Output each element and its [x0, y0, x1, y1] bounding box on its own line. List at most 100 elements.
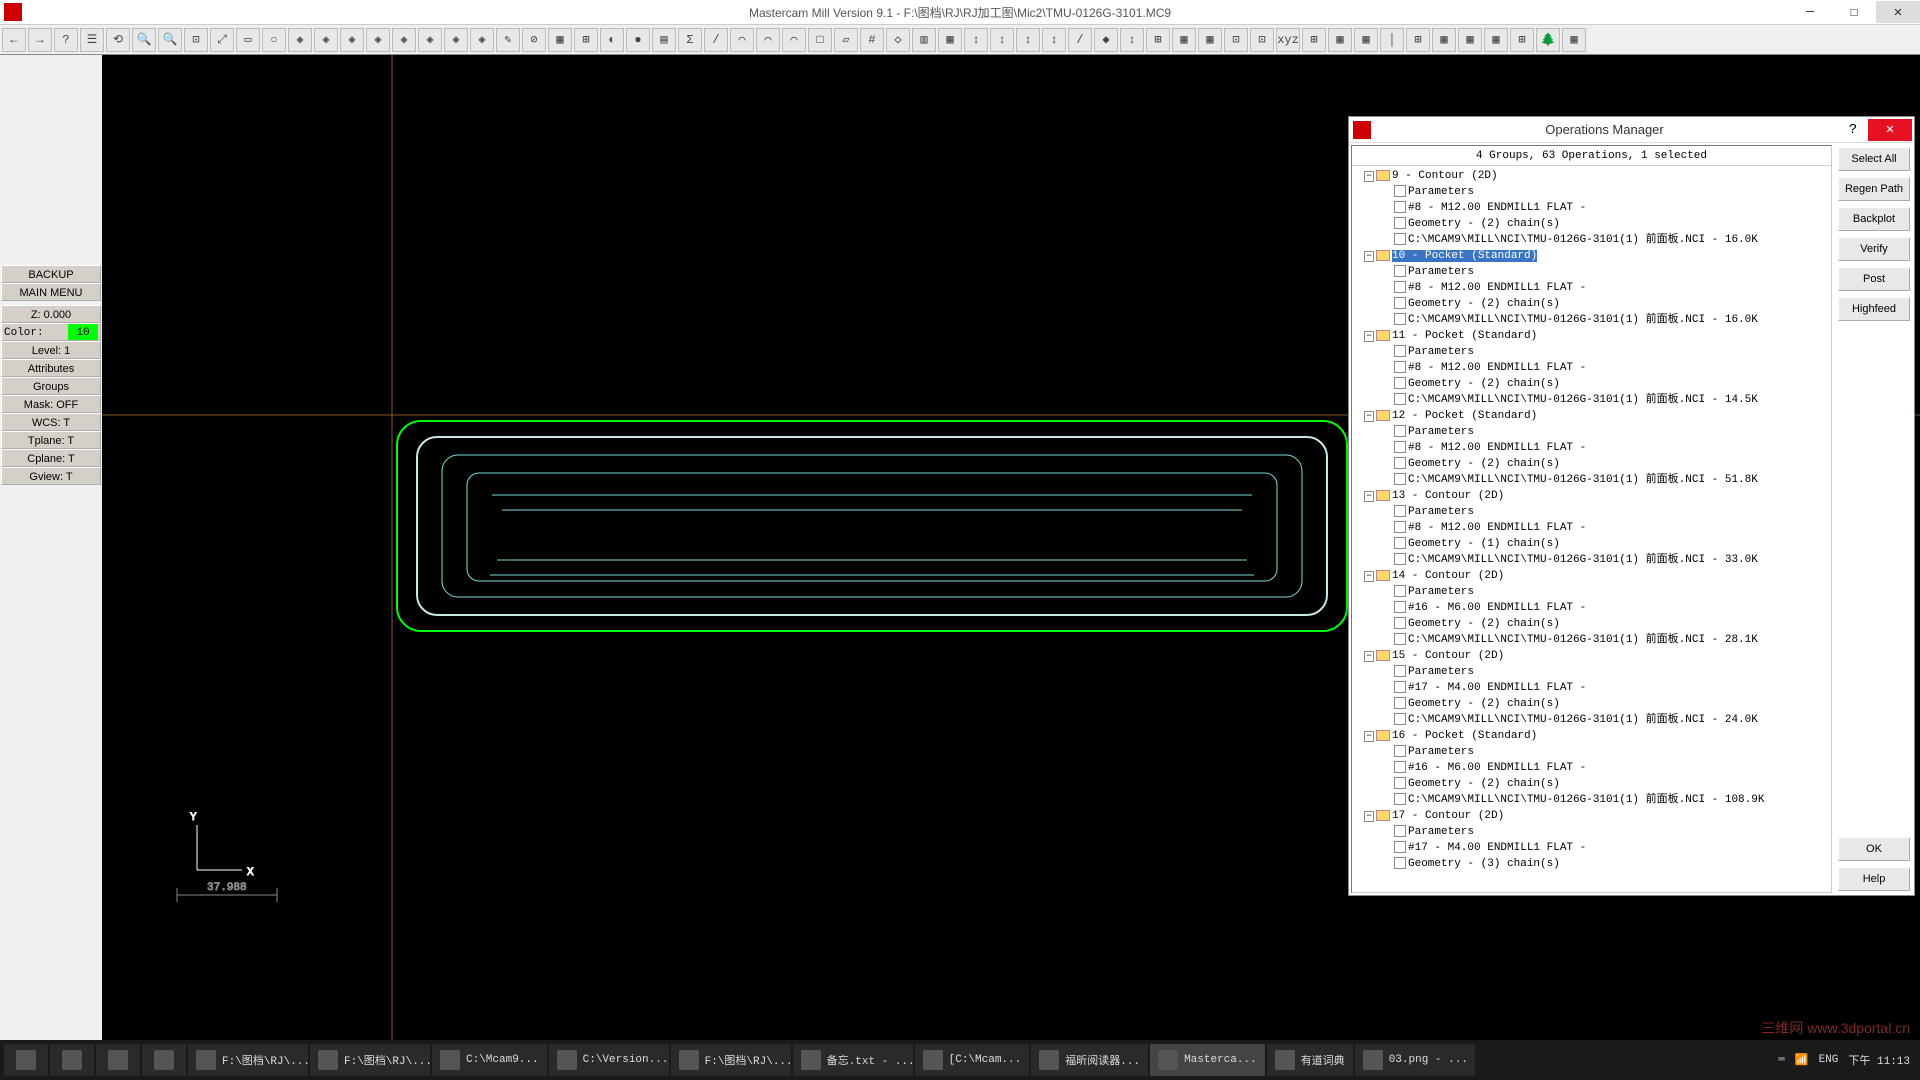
op-child[interactable]: Geometry - (3) chain(s) — [1354, 856, 1829, 872]
toolbar-button-51[interactable]: ▦ — [1328, 28, 1352, 52]
toolbar-button-11[interactable]: ◈ — [288, 28, 312, 52]
op-child[interactable]: Geometry - (2) chain(s) — [1354, 696, 1829, 712]
tplane-button[interactable]: Tplane: T — [1, 431, 101, 449]
toolbar-button-56[interactable]: ▦ — [1458, 28, 1482, 52]
toolbar-button-12[interactable]: ◈ — [314, 28, 338, 52]
op-node-12[interactable]: −12 - Pocket (Standard) — [1354, 408, 1829, 424]
toolbar-button-42[interactable]: ◆ — [1094, 28, 1118, 52]
color-button[interactable]: Color:10 — [1, 323, 101, 341]
toolbar-button-45[interactable]: ▦ — [1172, 28, 1196, 52]
toolbar-button-60[interactable]: ▦ — [1562, 28, 1586, 52]
op-child[interactable]: C:\MCAM9\MILL\NCI\TMU-0126G-3101(1) 前面板.… — [1354, 712, 1829, 728]
toolbar-button-38[interactable]: ↕ — [990, 28, 1014, 52]
toolbar-button-28[interactable]: ⌒ — [730, 28, 754, 52]
toolbar-button-47[interactable]: ⊡ — [1224, 28, 1248, 52]
op-child[interactable]: Geometry - (2) chain(s) — [1354, 776, 1829, 792]
toolbar-button-22[interactable]: ⊞ — [574, 28, 598, 52]
toolbar-button-5[interactable]: 🔍 — [132, 28, 156, 52]
toolbar-button-36[interactable]: ▦ — [938, 28, 962, 52]
toolbar-button-34[interactable]: ◇ — [886, 28, 910, 52]
toolbar-button-46[interactable]: ▦ — [1198, 28, 1222, 52]
toolbar-button-40[interactable]: ↕ — [1042, 28, 1066, 52]
toolbar-button-33[interactable]: # — [860, 28, 884, 52]
help-button[interactable]: Help — [1838, 867, 1910, 891]
regen-path-button[interactable]: Regen Path — [1838, 177, 1910, 201]
lang-indicator[interactable]: ENG — [1819, 1054, 1839, 1066]
toolbar-button-31[interactable]: □ — [808, 28, 832, 52]
verify-button[interactable]: Verify — [1838, 237, 1910, 261]
toolbar-button-29[interactable]: ⌒ — [756, 28, 780, 52]
op-child[interactable]: Parameters — [1354, 824, 1829, 840]
op-child[interactable]: Parameters — [1354, 584, 1829, 600]
toolbar-button-24[interactable]: ● — [626, 28, 650, 52]
groups-button[interactable]: Groups — [1, 377, 101, 395]
toolbar-button-25[interactable]: ▤ — [652, 28, 676, 52]
backup-button[interactable]: BACKUP — [1, 265, 101, 283]
taskbar-item-10[interactable]: [C:\Mcam... — [915, 1044, 1030, 1076]
op-node-16[interactable]: −16 - Pocket (Standard) — [1354, 728, 1829, 744]
opsmgr-titlebar[interactable]: Operations Manager ? ✕ — [1349, 117, 1914, 143]
toolbar-button-27[interactable]: / — [704, 28, 728, 52]
toolbar-button-54[interactable]: ⊞ — [1406, 28, 1430, 52]
taskbar-item-5[interactable]: F:\图档\RJ\... — [310, 1044, 430, 1076]
toolbar-button-9[interactable]: ▭ — [236, 28, 260, 52]
op-child[interactable]: Geometry - (2) chain(s) — [1354, 616, 1829, 632]
op-node-13[interactable]: −13 - Contour (2D) — [1354, 488, 1829, 504]
op-child[interactable]: #17 - M4.00 ENDMILL1 FLAT - — [1354, 680, 1829, 696]
toolbar-button-20[interactable]: ⊘ — [522, 28, 546, 52]
op-child[interactable]: C:\MCAM9\MILL\NCI\TMU-0126G-3101(1) 前面板.… — [1354, 392, 1829, 408]
toolbar-button-44[interactable]: ⊞ — [1146, 28, 1170, 52]
operations-tree[interactable]: −9 - Contour (2D)Parameters#8 - M12.00 E… — [1352, 166, 1831, 892]
op-child[interactable]: #17 - M4.00 ENDMILL1 FLAT - — [1354, 840, 1829, 856]
toolbar-button-58[interactable]: ⊞ — [1510, 28, 1534, 52]
op-child[interactable]: C:\MCAM9\MILL\NCI\TMU-0126G-3101(1) 前面板.… — [1354, 312, 1829, 328]
taskbar-item-0[interactable] — [4, 1044, 48, 1076]
toolbar-button-37[interactable]: ↕ — [964, 28, 988, 52]
op-child[interactable]: C:\MCAM9\MILL\NCI\TMU-0126G-3101(1) 前面板.… — [1354, 792, 1829, 808]
taskbar-item-3[interactable] — [142, 1044, 186, 1076]
op-child[interactable]: #8 - M12.00 ENDMILL1 FLAT - — [1354, 280, 1829, 296]
toolbar-button-35[interactable]: ▥ — [912, 28, 936, 52]
op-child[interactable]: #8 - M12.00 ENDMILL1 FLAT - — [1354, 200, 1829, 216]
toolbar-button-13[interactable]: ◈ — [340, 28, 364, 52]
op-child[interactable]: C:\MCAM9\MILL\NCI\TMU-0126G-3101(1) 前面板.… — [1354, 472, 1829, 488]
op-child[interactable]: Parameters — [1354, 344, 1829, 360]
taskbar-item-7[interactable]: C:\Version... — [549, 1044, 669, 1076]
toolbar-button-16[interactable]: ◈ — [418, 28, 442, 52]
op-child[interactable]: #16 - M6.00 ENDMILL1 FLAT - — [1354, 600, 1829, 616]
toolbar-button-53[interactable]: │ — [1380, 28, 1404, 52]
op-child[interactable]: #8 - M12.00 ENDMILL1 FLAT - — [1354, 440, 1829, 456]
toolbar-button-52[interactable]: ▦ — [1354, 28, 1378, 52]
wcs-button[interactable]: WCS: T — [1, 413, 101, 431]
taskbar-item-13[interactable]: 有道词典 — [1267, 1044, 1353, 1076]
toolbar-button-4[interactable]: ⟲ — [106, 28, 130, 52]
toolbar-button-1[interactable]: → — [28, 28, 52, 52]
op-child[interactable]: Geometry - (1) chain(s) — [1354, 536, 1829, 552]
help-icon[interactable]: ? — [1838, 122, 1868, 138]
maximize-button[interactable]: ☐ — [1832, 1, 1876, 23]
toolbar-button-23[interactable]: ◐ — [600, 28, 624, 52]
op-child[interactable]: Geometry - (2) chain(s) — [1354, 216, 1829, 232]
level-button[interactable]: Level: 1 — [1, 341, 101, 359]
op-child[interactable]: C:\MCAM9\MILL\NCI\TMU-0126G-3101(1) 前面板.… — [1354, 552, 1829, 568]
toolbar-button-15[interactable]: ◈ — [392, 28, 416, 52]
toolbar-button-7[interactable]: ⊡ — [184, 28, 208, 52]
toolbar-button-2[interactable]: ? — [54, 28, 78, 52]
toolbar-button-39[interactable]: ↕ — [1016, 28, 1040, 52]
kbd-icon[interactable]: ⌨ — [1778, 1053, 1785, 1067]
op-child[interactable]: Parameters — [1354, 664, 1829, 680]
toolbar-button-30[interactable]: ⌒ — [782, 28, 806, 52]
toolbar-button-8[interactable]: ⤢ — [210, 28, 234, 52]
toolbar-button-48[interactable]: ⊡ — [1250, 28, 1274, 52]
taskbar-item-11[interactable]: 福昕阅读器... — [1031, 1044, 1148, 1076]
toolbar-button-18[interactable]: ◈ — [470, 28, 494, 52]
toolbar-button-59[interactable]: 🌲 — [1536, 28, 1560, 52]
attributes-button[interactable]: Attributes — [1, 359, 101, 377]
toolbar-button-17[interactable]: ◈ — [444, 28, 468, 52]
toolbar-button-43[interactable]: ↕ — [1120, 28, 1144, 52]
op-child[interactable]: C:\MCAM9\MILL\NCI\TMU-0126G-3101(1) 前面板.… — [1354, 632, 1829, 648]
highfeed-button[interactable]: Highfeed — [1838, 297, 1910, 321]
op-node-14[interactable]: −14 - Contour (2D) — [1354, 568, 1829, 584]
toolbar-button-57[interactable]: ▦ — [1484, 28, 1508, 52]
op-child[interactable]: Geometry - (2) chain(s) — [1354, 376, 1829, 392]
